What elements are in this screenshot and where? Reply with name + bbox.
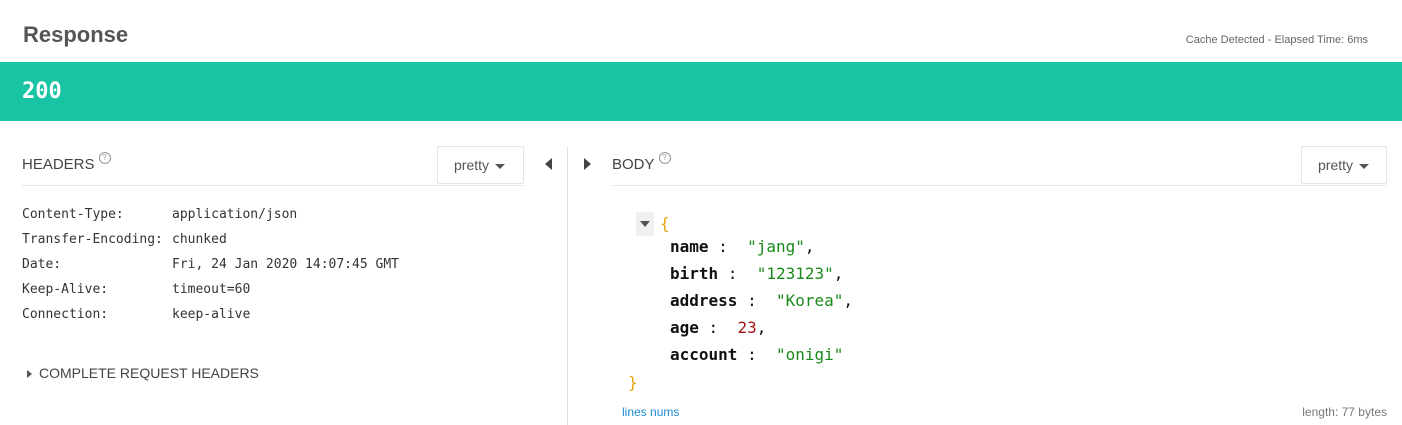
json-comma: ,: [833, 264, 844, 283]
json-colon: :: [737, 291, 776, 310]
cache-status-text: Cache Detected - Elapsed Time: 6ms: [1185, 34, 1368, 46]
header-value: Fri, 24 Jan 2020 14:07:45 GMT: [172, 257, 399, 272]
headers-table: Content-Type: application/json Transfer-…: [22, 206, 399, 331]
json-collapse-toggle[interactable]: [636, 212, 654, 236]
header-key: Transfer-Encoding:: [22, 232, 163, 247]
caret-right-icon: [27, 370, 32, 379]
json-string-value: "onigi": [775, 345, 844, 364]
json-field-row: account : "onigi": [670, 341, 843, 368]
header-value: timeout=60: [172, 282, 251, 297]
header-row: Transfer-Encoding: chunked: [22, 231, 399, 256]
body-section-title: BODY?: [612, 152, 671, 173]
status-bar: 200: [0, 62, 1402, 121]
header-row: Keep-Alive: timeout=60: [22, 281, 399, 306]
header-value: chunked: [172, 232, 227, 247]
json-open-brace: {: [660, 214, 670, 233]
json-field-row: birth : "123123",: [670, 260, 843, 287]
json-key: address: [670, 291, 738, 310]
json-comma: ,: [843, 291, 854, 310]
headers-format-label: pretty: [454, 157, 490, 173]
json-string-value: "Korea": [775, 291, 844, 310]
body-format-label: pretty: [1318, 157, 1354, 173]
json-colon: :: [737, 345, 776, 364]
header-value: keep-alive: [172, 307, 251, 322]
json-comma: ,: [804, 237, 815, 256]
help-icon[interactable]: ?: [98, 152, 111, 164]
header-key: Keep-Alive:: [22, 282, 109, 297]
header-value: application/json: [172, 207, 298, 222]
json-colon: :: [698, 318, 738, 337]
body-title-label: BODY: [612, 156, 655, 173]
body-length-text: length: 77 bytes: [1302, 405, 1387, 419]
collapse-left-arrow-icon[interactable]: [545, 158, 552, 170]
headers-format-dropdown[interactable]: pretty: [437, 146, 524, 184]
lines-nums-link[interactable]: lines nums: [622, 405, 679, 419]
complete-request-headers-label: COMPLETE REQUEST HEADERS: [39, 365, 259, 381]
caret-down-icon: [640, 221, 650, 227]
json-colon: :: [708, 237, 748, 256]
header-key: Connection:: [22, 307, 109, 322]
header-row: Date: Fri, 24 Jan 2020 14:07:45 GMT: [22, 256, 399, 281]
headers-section-title: HEADERS?: [22, 152, 111, 173]
json-string-value: "jang": [747, 237, 805, 256]
complete-request-headers-toggle[interactable]: COMPLETE REQUEST HEADERS: [27, 365, 259, 381]
header-key: Date:: [22, 257, 62, 272]
json-field-row: name : "jang",: [670, 233, 815, 260]
json-field-row: age : 23,: [670, 314, 766, 341]
body-format-dropdown[interactable]: pretty: [1301, 146, 1387, 184]
json-colon: :: [718, 264, 757, 283]
body-divider-line: [612, 185, 1387, 186]
headers-divider-line: [22, 185, 524, 186]
chevron-down-icon: [1359, 163, 1370, 169]
help-icon[interactable]: ?: [658, 152, 671, 164]
json-key: age: [670, 318, 699, 337]
json-key: account: [670, 345, 738, 364]
response-title: Response: [23, 22, 129, 47]
header-key: Content-Type:: [22, 207, 124, 222]
panel-divider[interactable]: [567, 147, 568, 425]
status-code: 200: [22, 79, 62, 104]
json-key: name: [670, 237, 709, 256]
json-field-row: address : "Korea",: [670, 287, 853, 314]
expand-right-arrow-icon[interactable]: [584, 158, 591, 170]
chevron-down-icon: [495, 163, 506, 169]
json-key: birth: [670, 264, 719, 283]
header-row: Connection: keep-alive: [22, 306, 399, 331]
headers-title-label: HEADERS: [22, 156, 95, 173]
json-number-value: 23: [737, 318, 757, 337]
header-row: Content-Type: application/json: [22, 206, 399, 231]
json-string-value: "123123": [756, 264, 834, 283]
json-close-brace: }: [628, 373, 638, 392]
json-comma: ,: [756, 318, 767, 337]
